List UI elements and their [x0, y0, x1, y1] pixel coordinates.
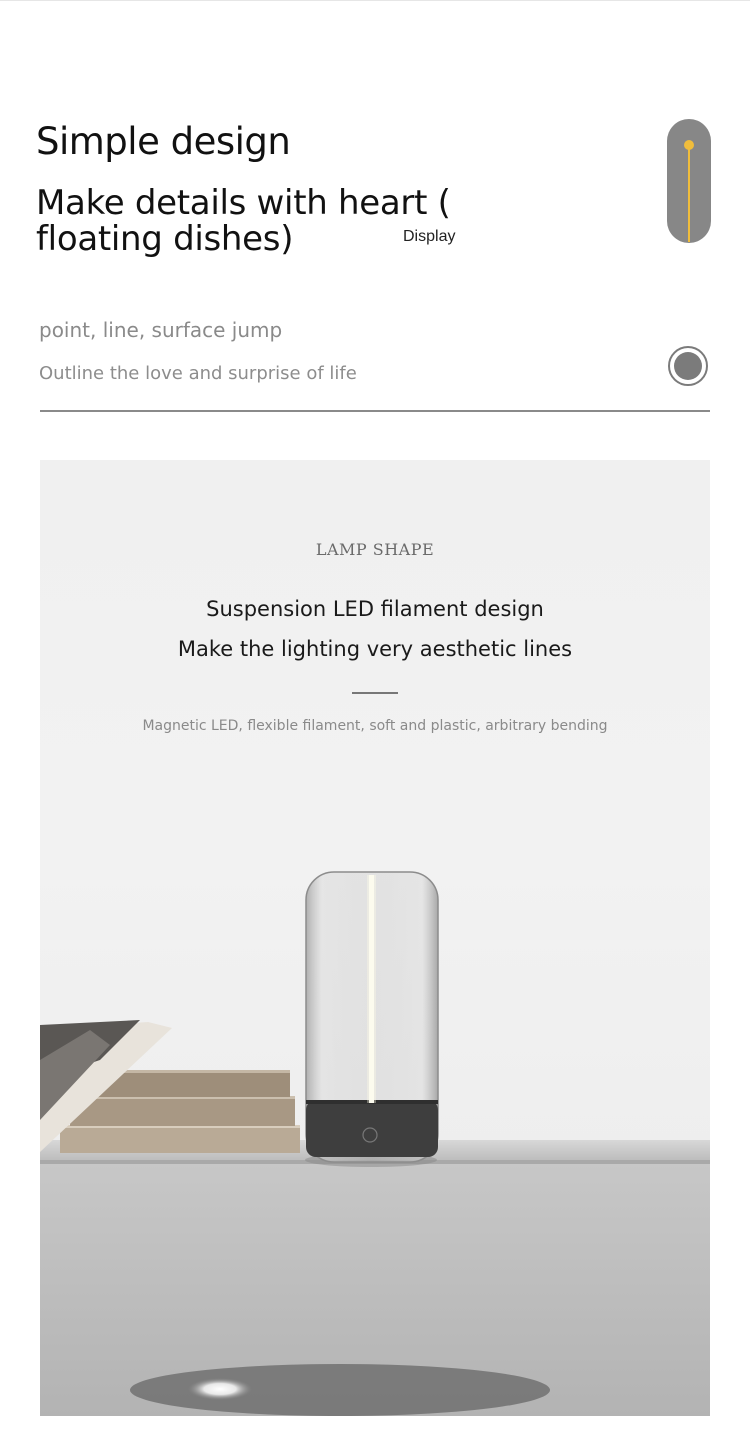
lamp [305, 871, 439, 1167]
table [40, 1140, 710, 1416]
slider-track [688, 144, 690, 242]
page-subtitle: Make details with heart ( floating dishe… [36, 183, 451, 259]
page-title: Simple design [36, 120, 291, 163]
section-title-line2: Make the lighting very aesthetic lines [177, 637, 573, 661]
short-divider [352, 692, 398, 694]
section-heading: LAMP SHAPE [315, 540, 435, 559]
radio-dot [674, 352, 702, 380]
section-divider [40, 410, 710, 412]
books [40, 1020, 300, 1153]
radio-button-icon[interactable] [668, 346, 708, 386]
feature-subtagline: Outline the love and surprise of life [39, 363, 357, 384]
display-label: Display [403, 228, 456, 245]
top-border [0, 0, 750, 1]
vertical-slider-icon[interactable] [667, 119, 711, 243]
section-title-line1: Suspension LED filament design [206, 597, 544, 621]
section-description: Magnetic LED, flexible filament, soft an… [142, 718, 608, 734]
product-panel: LAMP SHAPE Suspension LED filament desig… [40, 460, 710, 1416]
slider-handle[interactable] [684, 140, 694, 150]
feature-tagline: point, line, surface jump [39, 318, 283, 342]
